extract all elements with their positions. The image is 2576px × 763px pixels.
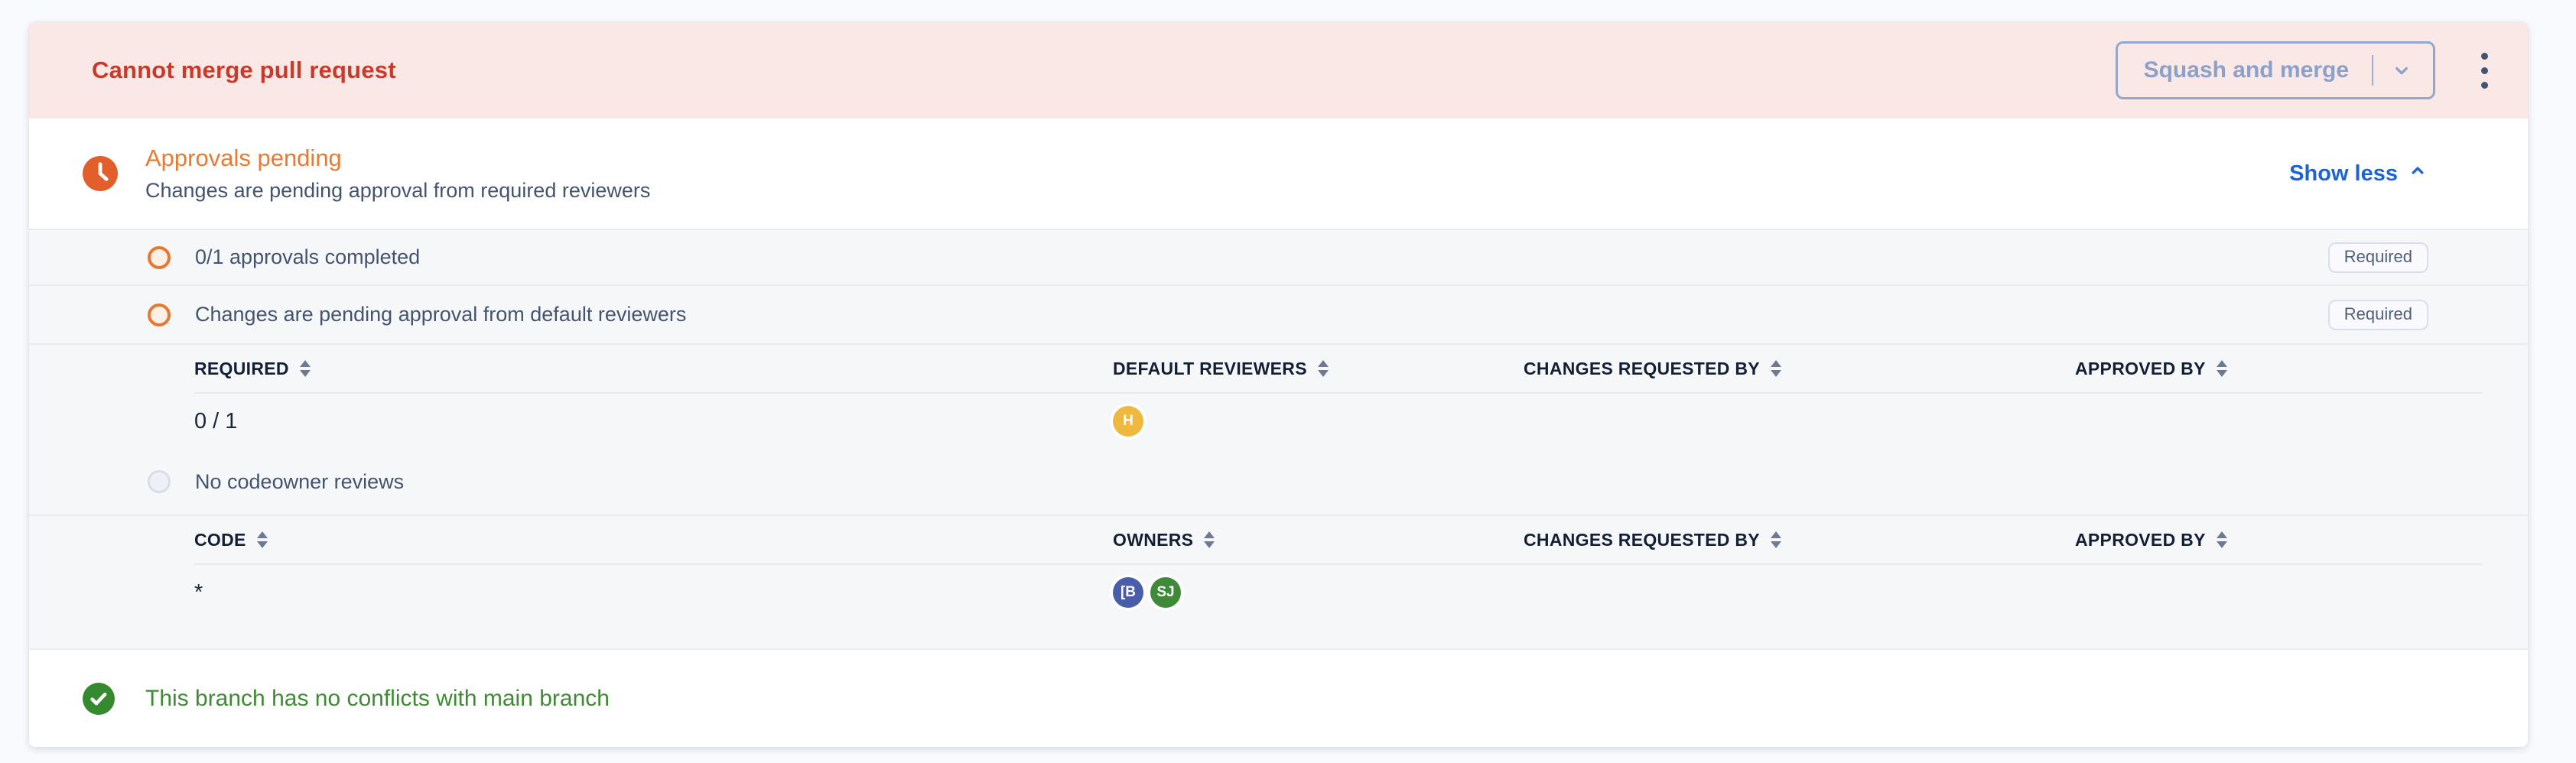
column-header-code[interactable]: CODE xyxy=(194,530,1113,550)
sort-icon xyxy=(2217,531,2227,548)
code-owners-table: CODE OWNERS CHANGES REQUESTED BY APPROVE… xyxy=(194,516,2482,620)
code-pattern-value: * xyxy=(194,580,1113,606)
show-less-link[interactable]: Show less xyxy=(2289,160,2428,187)
approvals-pending-subtitle: Changes are pending approval from requir… xyxy=(145,179,650,203)
sort-icon xyxy=(300,360,311,377)
sort-icon xyxy=(257,531,268,548)
check-row-text: 0/1 approvals completed xyxy=(195,245,420,269)
sort-icon xyxy=(2217,360,2227,377)
avatar[interactable]: SJ xyxy=(1150,577,1181,608)
pending-circle-icon xyxy=(148,304,171,326)
table-row: 0 / 1 H xyxy=(194,394,2482,449)
banner-actions: Squash and merge xyxy=(2116,41,2494,99)
success-check-icon xyxy=(83,683,115,715)
merge-checks-panel: Cannot merge pull request Squash and mer… xyxy=(29,22,2528,747)
owners-cell: [B SJ xyxy=(1113,577,1524,608)
banner-title: Cannot merge pull request xyxy=(92,57,396,84)
required-reviewers-table: REQUIRED DEFAULT REVIEWERS CHANGES REQUE… xyxy=(194,345,2482,449)
sort-icon xyxy=(1318,360,1329,377)
avatar[interactable]: H xyxy=(1113,406,1143,437)
button-divider xyxy=(2372,55,2373,86)
pending-clock-icon xyxy=(83,156,118,191)
check-row-text: No codeowner reviews xyxy=(195,470,404,494)
approvals-pending-section: Approvals pending Changes are pending ap… xyxy=(29,119,2528,229)
squash-and-merge-label: Squash and merge xyxy=(2144,57,2349,83)
required-badge: Required xyxy=(2328,242,2428,273)
sort-icon xyxy=(1771,531,1781,548)
table-header-row: REQUIRED DEFAULT REVIEWERS CHANGES REQUE… xyxy=(194,345,2482,394)
check-row-no-codeowner-reviews: No codeowner reviews xyxy=(29,449,2528,515)
more-options-kebab-icon[interactable] xyxy=(2475,47,2494,95)
pending-circle-icon xyxy=(148,246,171,269)
show-less-label: Show less xyxy=(2289,161,2398,187)
required-count-value: 0 / 1 xyxy=(194,409,1113,434)
check-row-text: Changes are pending approval from defaul… xyxy=(195,303,686,326)
column-header-required[interactable]: REQUIRED xyxy=(194,359,1113,379)
no-conflicts-text: This branch has no conflicts with main b… xyxy=(145,686,610,712)
chevron-up-icon xyxy=(2407,160,2428,187)
required-reviewers-section: REQUIRED DEFAULT REVIEWERS CHANGES REQUE… xyxy=(29,343,2528,515)
no-conflicts-row: This branch has no conflicts with main b… xyxy=(29,648,2528,747)
table-row: * [B SJ xyxy=(194,565,2482,620)
check-row-approvals-completed: 0/1 approvals completed Required xyxy=(29,229,2528,284)
neutral-circle-icon xyxy=(148,470,171,493)
column-header-changes-requested-by[interactable]: CHANGES REQUESTED BY xyxy=(1524,359,2075,379)
column-header-approved-by[interactable]: APPROVED BY xyxy=(2075,359,2482,379)
squash-and-merge-button[interactable]: Squash and merge xyxy=(2116,41,2435,99)
column-header-default-reviewers[interactable]: DEFAULT REVIEWERS xyxy=(1113,359,1524,379)
sort-icon xyxy=(1204,531,1215,548)
default-reviewers-cell: H xyxy=(1113,406,1524,437)
approvals-text: Approvals pending Changes are pending ap… xyxy=(145,144,650,203)
cannot-merge-banner: Cannot merge pull request Squash and mer… xyxy=(29,22,2528,119)
column-header-changes-requested-by[interactable]: CHANGES REQUESTED BY xyxy=(1524,530,2075,550)
table-header-row: CODE OWNERS CHANGES REQUESTED BY APPROVE… xyxy=(194,516,2482,565)
column-header-owners[interactable]: OWNERS xyxy=(1113,530,1524,550)
chevron-down-icon[interactable] xyxy=(2390,59,2413,82)
code-owners-section: CODE OWNERS CHANGES REQUESTED BY APPROVE… xyxy=(29,515,2528,648)
required-badge: Required xyxy=(2328,300,2428,330)
check-row-default-reviewers: Changes are pending approval from defaul… xyxy=(29,284,2528,343)
approvals-pending-title: Approvals pending xyxy=(145,144,650,172)
sort-icon xyxy=(1771,360,1781,377)
avatar[interactable]: [B xyxy=(1113,577,1143,608)
column-header-approved-by[interactable]: APPROVED BY xyxy=(2075,530,2482,550)
